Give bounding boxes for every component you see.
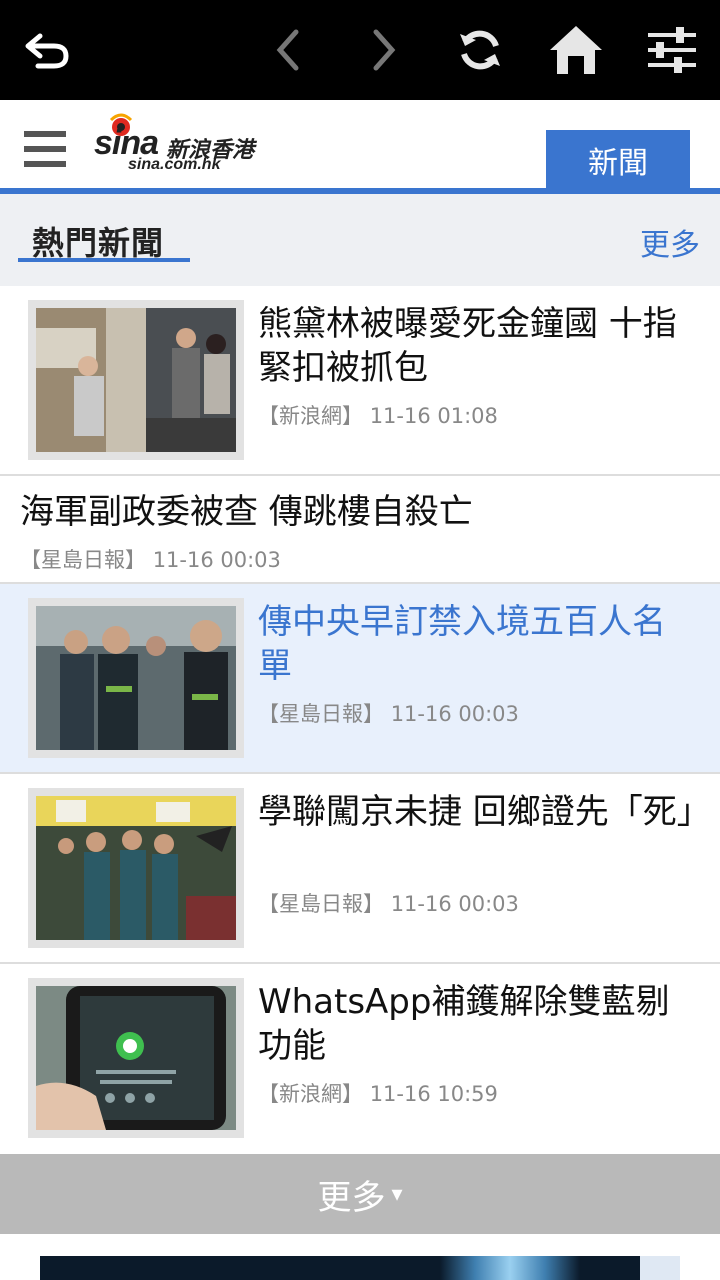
news-time: 11-16 00:03 [390,702,519,726]
section-title-underline [18,258,190,262]
news-thumbnail [28,788,244,948]
news-meta: 【新浪網】 11-16 01:08 [258,400,498,430]
news-source: 【新浪網】 [258,404,363,428]
news-time: 11-16 10:59 [369,1082,498,1106]
chevron-right-icon[interactable] [346,0,422,100]
news-time: 11-16 00:03 [390,892,519,916]
news-headline[interactable]: 學聯闖京未捷 回鄉證先「死」 [258,790,711,834]
hamburger-menu-icon[interactable] [24,131,66,167]
news-meta: 【星島日報】 11-16 00:03 [258,698,519,728]
news-item[interactable]: 海軍副政委被查 傳跳樓自殺亡 【星島日報】 11-16 00:03 [0,476,720,584]
news-meta: 【星島日報】 11-16 00:03 [258,888,519,918]
sliders-icon[interactable] [632,0,712,100]
news-thumbnail [28,300,244,460]
news-headline[interactable]: 熊黛林被曝愛死金鐘國 十指緊扣被抓包 [258,302,698,390]
chevron-down-icon: ▾ [391,1181,403,1207]
news-item[interactable]: 熊黛林被曝愛死金鐘國 十指緊扣被抓包 【新浪網】 11-16 01:08 [0,286,720,476]
ad-banner[interactable] [40,1256,680,1280]
more-link[interactable]: 更多 [640,220,700,264]
news-source: 【新浪網】 [258,1082,363,1106]
news-item[interactable]: WhatsApp補鑊解除雙藍剔功能 【新浪網】 11-16 10:59 [0,964,720,1154]
news-headline[interactable]: 海軍副政委被查 傳跳樓自殺亡 [20,490,473,534]
refresh-icon[interactable] [440,0,520,100]
news-thumbnail [28,978,244,1138]
news-item-selected[interactable]: 傳中央早訂禁入境五百人名單 【星島日報】 11-16 00:03 [0,584,720,774]
back-arrow-icon[interactable] [0,0,96,100]
news-meta: 【新浪網】 11-16 10:59 [258,1078,498,1108]
load-more-button[interactable]: 更多 ▾ [0,1154,720,1234]
chevron-left-icon[interactable] [250,0,326,100]
news-item[interactable]: 學聯闖京未捷 回鄉證先「死」 【星島日報】 11-16 00:03 [0,774,720,964]
ad-choices-icon[interactable] [640,1256,680,1280]
home-icon[interactable] [536,0,616,100]
sina-logo[interactable]: sina 新浪香港 sina.com.hk [94,112,274,178]
news-source: 【星島日報】 [258,892,384,916]
news-meta: 【星島日報】 11-16 00:03 [20,544,281,574]
ad-graphic [440,1256,580,1280]
news-headline[interactable]: 傳中央早訂禁入境五百人名單 [258,600,698,688]
tab-news[interactable]: 新聞 [546,130,690,190]
news-source: 【星島日報】 [20,548,146,572]
logo-domain: sina.com.hk [128,156,221,173]
news-headline[interactable]: WhatsApp補鑊解除雙藍剔功能 [258,980,698,1068]
load-more-label: 更多 [317,1177,386,1218]
news-thumbnail [28,598,244,758]
browser-toolbar [0,0,720,100]
news-time: 11-16 01:08 [369,404,498,428]
news-source: 【星島日報】 [258,702,384,726]
news-time: 11-16 00:03 [152,548,281,572]
